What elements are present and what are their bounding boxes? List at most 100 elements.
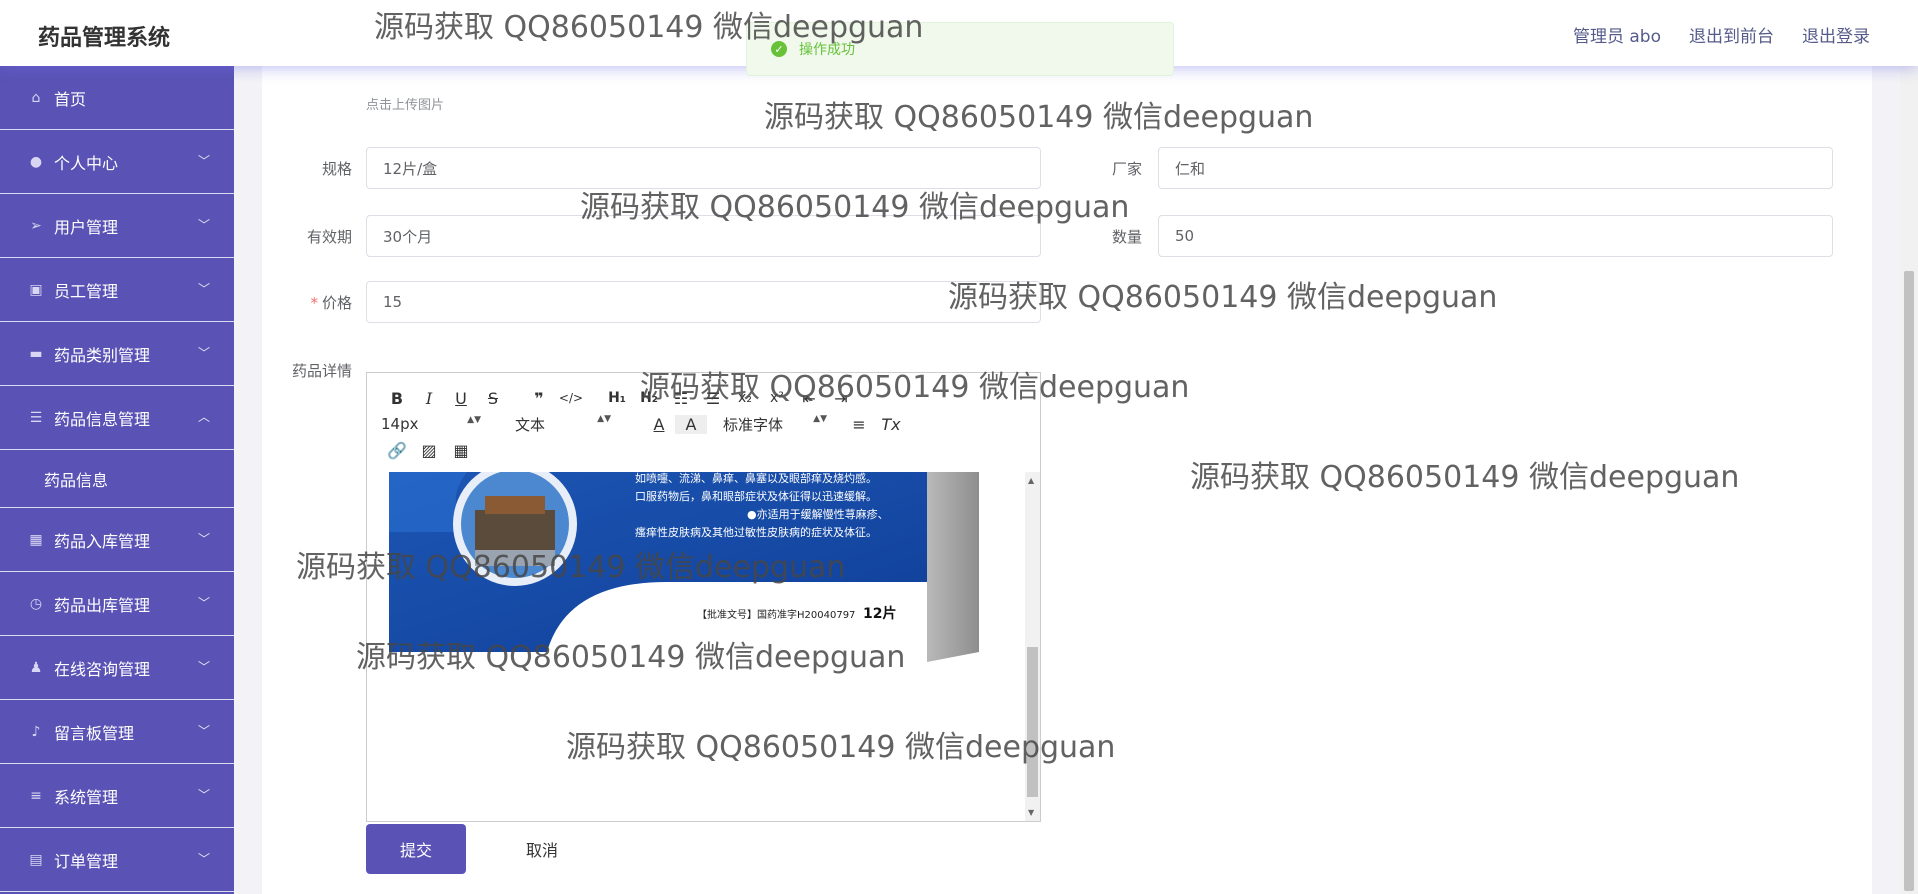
indent-icon[interactable]: ⇥ xyxy=(825,389,857,408)
sidebar-item-profile[interactable]: ● 个人中心 ﹀ xyxy=(0,130,234,194)
underline-icon[interactable]: U xyxy=(445,389,477,408)
chevron-down-icon: ﹀ xyxy=(197,852,210,866)
sidebar-item-stock-out[interactable]: ◷ 药品出库管理 ﹀ xyxy=(0,572,234,636)
chevron-down-icon: ﹀ xyxy=(197,282,210,296)
clear-format-icon[interactable]: Tx xyxy=(875,415,907,434)
outdent-icon[interactable]: ⇤ xyxy=(793,389,825,408)
superscript-icon[interactable]: x² xyxy=(761,390,793,406)
clock-icon: ◷ xyxy=(29,595,43,612)
italic-icon[interactable]: I xyxy=(413,389,445,408)
success-toast: ✓ 操作成功 xyxy=(746,22,1174,76)
sidebar-item-stock-in[interactable]: ▦ 药品入库管理 ﹀ xyxy=(0,508,234,572)
sidebar-item-label: 药品入库管理 xyxy=(54,531,151,551)
page-scroll-thumb[interactable] xyxy=(1904,271,1914,891)
chat-icon: ▬ xyxy=(29,345,43,362)
heading2-icon[interactable]: H₂ xyxy=(633,390,665,406)
background-color-icon[interactable]: A xyxy=(675,414,707,434)
heading1-icon[interactable]: H₁ xyxy=(601,390,633,406)
back-to-front-link[interactable]: 退出到前台 xyxy=(1689,22,1774,47)
admin-label[interactable]: 管理员 abo xyxy=(1573,22,1661,47)
sidebar-item-drug-category[interactable]: ▬ 药品类别管理 ﹀ xyxy=(0,322,234,386)
editor-content[interactable]: 如喷嚏、流涕、鼻痒、鼻塞以及眼部痒及烧灼感。 口服药物后，鼻和眼部症状及体征得以… xyxy=(367,472,1025,821)
sidebar-item-label: 药品出库管理 xyxy=(54,595,151,615)
check-circle-icon: ✓ xyxy=(771,41,787,57)
font-size-value: 14px xyxy=(381,415,419,433)
sidebar-subitem-drug-info[interactable]: 药品信息 xyxy=(0,450,234,508)
sidebar-item-label: 留言板管理 xyxy=(54,723,135,743)
image-line: 口服药物后，鼻和眼部症状及体征得以迅速缓解。 xyxy=(635,489,877,503)
approval-number: 【批准文号】国药准字H20040797 xyxy=(697,608,855,621)
briefcase-icon: ▣ xyxy=(29,281,43,298)
font-family-select[interactable]: 标准字体 ▲▼ xyxy=(723,414,827,435)
font-color-icon[interactable]: A xyxy=(643,415,675,434)
image-line: ●亦适用于缓解慢性荨麻疹、 xyxy=(747,507,889,521)
submit-button[interactable]: 提交 xyxy=(366,824,466,874)
list-icon: ≡ xyxy=(30,787,42,804)
sidebar-item-home[interactable]: ⌂ 首页 xyxy=(0,66,234,130)
spec-label: 规格 xyxy=(321,160,352,178)
link-icon[interactable]: 🔗 xyxy=(381,441,413,460)
cancel-button[interactable]: 取消 xyxy=(492,824,592,874)
header-select[interactable]: 文本 ▲▼ xyxy=(515,414,611,435)
strike-icon[interactable]: S xyxy=(477,389,509,408)
toast-message: 操作成功 xyxy=(799,42,855,58)
ordered-list-icon[interactable]: ☷ xyxy=(665,389,697,408)
sidebar-item-drug-info[interactable]: ☰ 药品信息管理 ︿ xyxy=(0,386,234,450)
editor-scrollbar[interactable]: ▲ ▼ xyxy=(1025,472,1040,821)
header-links: 管理员 abo 退出到前台 退出登录 xyxy=(1573,22,1870,47)
sidebar-item-board[interactable]: ♪ 留言板管理 ﹀ xyxy=(0,700,234,764)
select-arrow-icon: ▲▼ xyxy=(467,415,481,425)
mic-icon: ♪ xyxy=(31,723,41,740)
sidebar-item-label: 药品信息管理 xyxy=(54,409,151,429)
price-input[interactable]: 15 xyxy=(366,281,1041,323)
sidebar-item-system[interactable]: ≡ 系统管理 ﹀ xyxy=(0,764,234,828)
sidebar-item-staff[interactable]: ▣ 员工管理 ﹀ xyxy=(0,258,234,322)
sidebar-item-label: 个人中心 xyxy=(54,153,119,173)
quantity-input[interactable]: 50 xyxy=(1158,215,1833,257)
maker-input[interactable]: 仁和 xyxy=(1158,147,1833,189)
font-family-value: 标准字体 xyxy=(723,415,784,434)
sidebar-item-users[interactable]: ➢ 用户管理 ﹀ xyxy=(0,194,234,258)
bold-icon[interactable]: B xyxy=(381,389,413,408)
code-block-icon[interactable]: </> xyxy=(555,391,587,405)
expiry-input[interactable]: 30个月 xyxy=(366,215,1041,257)
sidebar-item-consult[interactable]: ♟ 在线咨询管理 ﹀ xyxy=(0,636,234,700)
price-label-text: 价格 xyxy=(321,294,352,312)
chevron-down-icon: ﹀ xyxy=(197,660,210,674)
header-select-value: 文本 xyxy=(515,415,546,434)
scroll-up-icon[interactable]: ▲ xyxy=(1028,476,1034,485)
sidebar-item-orders[interactable]: ▤ 订单管理 ﹀ xyxy=(0,828,234,892)
blockquote-icon[interactable]: ❞ xyxy=(523,389,555,408)
video-icon[interactable]: ▦ xyxy=(445,441,477,460)
clipboard-icon: ▤ xyxy=(29,851,43,868)
subscript-icon[interactable]: x₂ xyxy=(729,390,761,406)
chevron-down-icon: ﹀ xyxy=(197,724,210,738)
chevron-down-icon: ﹀ xyxy=(197,346,210,360)
app-title: 药品管理系统 xyxy=(38,26,171,51)
sidebar-item-label: 首页 xyxy=(54,89,87,109)
chevron-up-icon: ︿ xyxy=(197,410,210,424)
sidebar-item-label: 员工管理 xyxy=(54,281,119,301)
scroll-down-icon[interactable]: ▼ xyxy=(1028,808,1034,817)
image-icon[interactable]: ▨ xyxy=(413,441,445,460)
page-scrollbar[interactable] xyxy=(1900,66,1918,894)
align-icon[interactable]: ≡ xyxy=(843,415,875,434)
send-icon: ➢ xyxy=(30,217,42,234)
expiry-label: 有效期 xyxy=(306,228,352,246)
rich-text-editor: B I U S ❞ </> H₁ H₂ ☷ ☰ x₂ x² ⇤ ⇥ 14px ▲▼ xyxy=(366,372,1041,822)
sidebar-menu: ⌂ 首页 ● 个人中心 ﹀ ➢ 用户管理 ﹀ ▣ 员工管理 ﹀ ▬ 药品类别管理… xyxy=(0,66,234,894)
sidebar-item-label: 系统管理 xyxy=(54,787,119,807)
bullet-list-icon[interactable]: ☰ xyxy=(697,389,729,408)
required-mark: * xyxy=(310,294,318,312)
spec-input[interactable]: 12片/盒 xyxy=(366,147,1041,189)
sidebar-item-label: 订单管理 xyxy=(54,851,119,871)
font-size-select[interactable]: 14px ▲▼ xyxy=(381,415,481,433)
select-arrow-icon: ▲▼ xyxy=(597,413,611,424)
user-icon: ● xyxy=(29,153,43,170)
pill-count: 12片 xyxy=(863,605,896,622)
upload-image-tip[interactable]: 点击上传图片 xyxy=(366,94,444,113)
chevron-down-icon: ﹀ xyxy=(197,154,210,168)
logout-link[interactable]: 退出登录 xyxy=(1802,22,1870,47)
scroll-thumb[interactable] xyxy=(1027,647,1038,797)
quantity-label: 数量 xyxy=(1111,228,1142,246)
